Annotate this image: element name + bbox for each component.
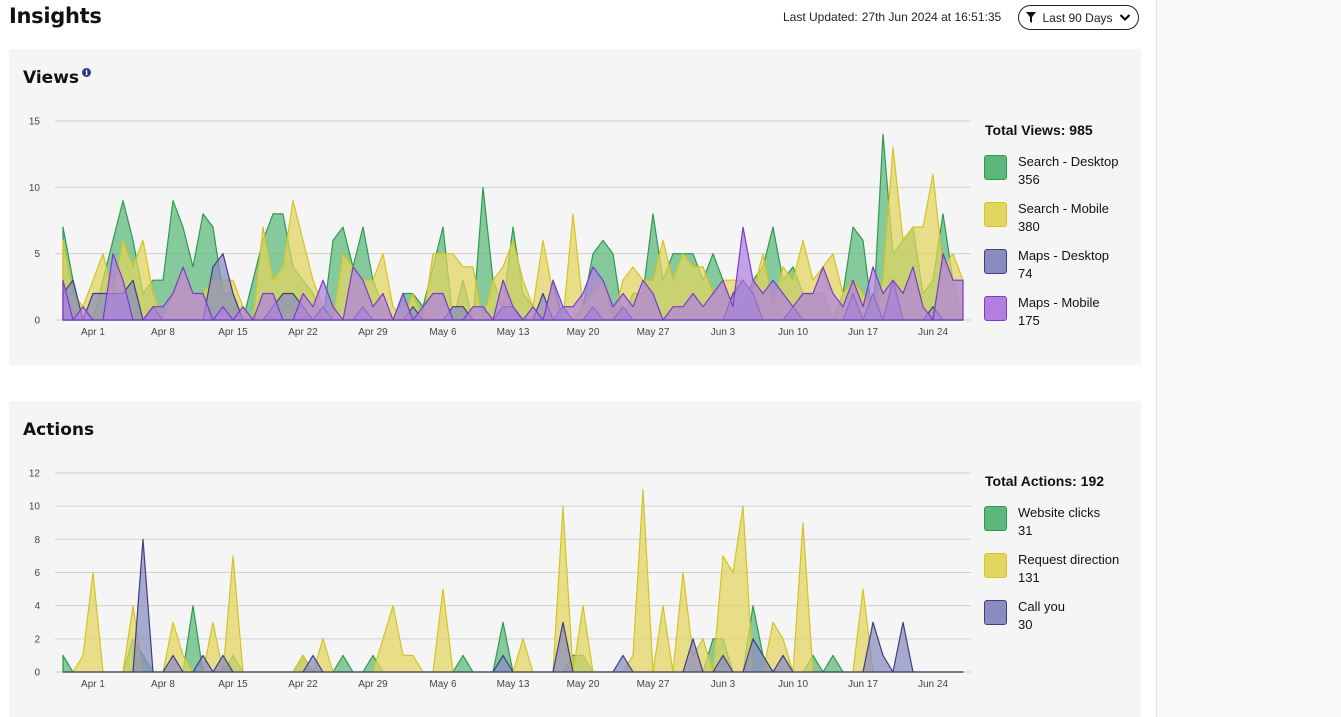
x-tick-label: Jun 3: [711, 679, 736, 690]
legend-swatch: [984, 249, 1007, 274]
x-tick-label: Apr 22: [288, 327, 318, 338]
y-tick-label: 2: [34, 634, 40, 645]
views-total: Total Views: 985: [985, 122, 1093, 138]
filter-icon: [1026, 12, 1037, 23]
legend-value: 74: [1018, 266, 1033, 281]
x-tick-label: May 6: [429, 679, 457, 690]
legend-swatch: [984, 296, 1007, 321]
legend-swatch: [984, 553, 1007, 578]
legend-item-maps-mobile[interactable]: Maps - Mobile 175: [984, 295, 1100, 343]
x-tick-label: Jun 3: [711, 327, 736, 338]
legend-swatch: [984, 506, 1007, 531]
legend-label: Call you: [1018, 599, 1065, 614]
actions-legend: Total Actions: 192 Website clicks 31 Reque…: [984, 473, 1119, 647]
legend-swatch: [984, 202, 1007, 227]
legend-value: 31: [1018, 523, 1033, 538]
x-tick-label: Apr 15: [218, 327, 248, 338]
legend-value: 175: [1018, 313, 1040, 328]
legend-label: Maps - Mobile: [1018, 295, 1100, 310]
x-tick-label: Jun 10: [778, 679, 808, 690]
x-tick-label: Jun 17: [848, 327, 878, 338]
x-tick-label: Jun 10: [778, 327, 808, 338]
views-legend: Total Views: 985 Search - Desktop 356 Sear…: [984, 122, 1118, 343]
y-tick-label: 15: [29, 117, 41, 128]
x-tick-label: May 13: [497, 679, 530, 690]
last-updated: Last Updated: 27th Jun 2024 at 16:51:35: [783, 10, 1001, 24]
legend-item-search-mobile[interactable]: Search - Mobile 380: [984, 201, 1109, 249]
x-tick-label: Apr 1: [81, 327, 105, 338]
legend-value: 380: [1018, 219, 1040, 234]
x-tick-label: May 6: [429, 327, 457, 338]
date-range-label: Last 90 Days: [1042, 10, 1113, 25]
actions-total: Total Actions: 192: [985, 473, 1105, 489]
y-tick-label: 4: [34, 601, 40, 612]
x-tick-label: Apr 1: [81, 679, 105, 690]
legend-value: 356: [1018, 172, 1040, 187]
x-tick-label: May 20: [567, 679, 600, 690]
y-tick-label: 10: [29, 502, 41, 513]
x-tick-label: Jun 24: [918, 679, 948, 690]
x-tick-label: Apr 8: [151, 327, 175, 338]
legend-swatch: [984, 600, 1007, 625]
x-tick-label: Jun 17: [848, 679, 878, 690]
x-tick-label: May 27: [637, 679, 670, 690]
legend-item-call-you[interactable]: Call you 30: [984, 599, 1104, 647]
y-tick-label: 0: [34, 668, 40, 679]
legend-value: 131: [1018, 570, 1040, 585]
x-tick-label: May 27: [637, 327, 670, 338]
legend-label: Request direction: [1018, 552, 1120, 567]
legend-label: Search - Mobile: [1018, 201, 1110, 216]
chevron-down-icon: [1119, 13, 1131, 22]
x-tick-label: May 13: [497, 327, 530, 338]
views-card: Views i 0 5 10 15 Apr 1 Apr 8 Apr 15 Apr 22 Apr 2…: [9, 49, 1141, 365]
views-chart: 0 5 10 15 Apr 1 Apr 8 Apr 15 Apr 22 Apr 29 May 6 M…: [29, 117, 971, 338]
last-updated-value: 27th Jun 2024 at 16:51:35: [861, 10, 1002, 24]
legend-label: Search - Desktop: [1018, 154, 1119, 169]
date-range-button[interactable]: Last 90 Days: [1018, 5, 1139, 30]
legend-item-maps-desktop[interactable]: Maps - Desktop 74: [984, 248, 1109, 296]
y-tick-label: 0: [34, 316, 40, 327]
legend-item-website-clicks[interactable]: Website clicks 31: [984, 505, 1104, 553]
actions-chart: 0 2 4 6 8 10 12 Apr 1 Apr 8 Apr 15 Apr 22 Apr 29 May…: [29, 469, 971, 690]
x-tick-label: Apr 29: [358, 327, 388, 338]
legend-value: 30: [1018, 617, 1033, 632]
actions-card: Actions 0 2 4 6 8 10 12 Apr 1 Apr 8 Apr 15 Apr 22 A…: [9, 401, 1141, 717]
legend-label: Website clicks: [1018, 505, 1101, 520]
page-title: Insights: [9, 4, 102, 28]
y-tick-label: 5: [34, 249, 40, 260]
x-tick-label: Apr 22: [288, 679, 318, 690]
x-tick-label: Apr 29: [358, 679, 388, 690]
legend-item-search-desktop[interactable]: Search - Desktop 356: [984, 154, 1118, 202]
legend-item-request-direction[interactable]: Request direction 131: [984, 552, 1119, 600]
y-tick-label: 12: [29, 469, 41, 480]
y-tick-label: 10: [29, 183, 41, 194]
x-tick-label: Apr 8: [151, 679, 175, 690]
x-tick-label: Jun 24: [918, 327, 948, 338]
y-tick-label: 8: [34, 535, 40, 546]
y-tick-label: 6: [34, 568, 40, 579]
x-tick-label: Apr 15: [218, 679, 248, 690]
x-tick-label: May 20: [567, 327, 600, 338]
legend-swatch: [984, 155, 1007, 180]
legend-label: Maps - Desktop: [1018, 248, 1110, 263]
right-side-panel: [1156, 0, 1341, 717]
last-updated-label: Last Updated:: [783, 10, 858, 24]
